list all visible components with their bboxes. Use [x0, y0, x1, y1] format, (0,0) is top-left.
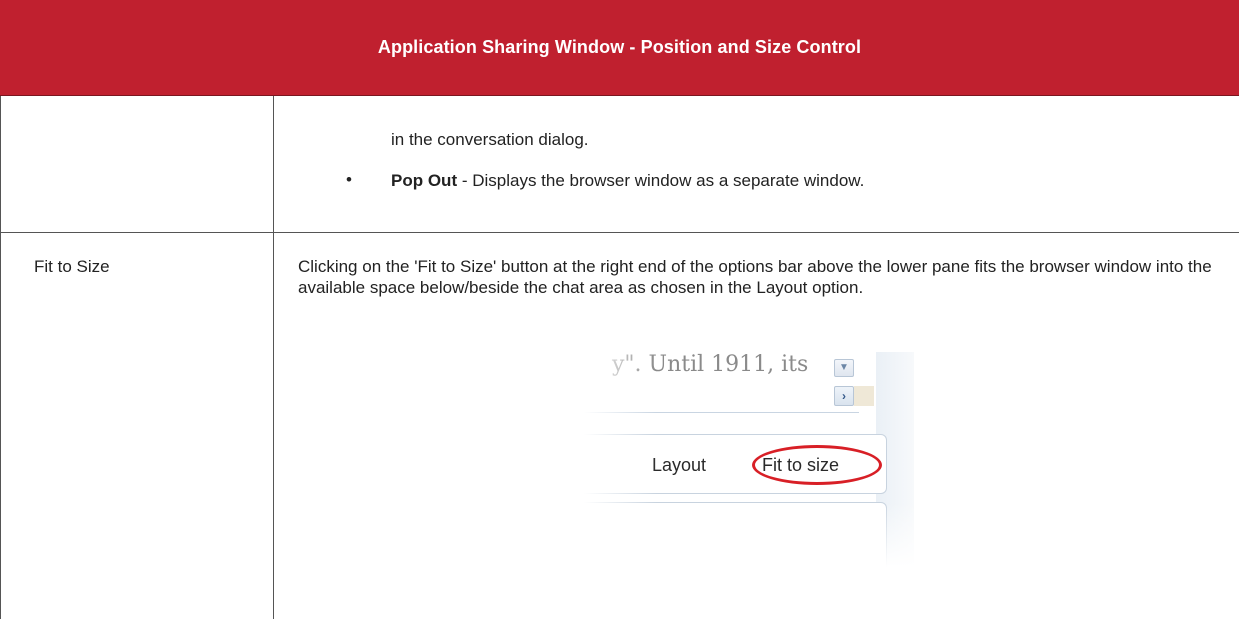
- document-table: Application Sharing Window - Position an…: [0, 0, 1239, 619]
- row-divider: [0, 232, 1239, 233]
- pop-out-item: Pop Out - Displays the browser window as…: [391, 170, 864, 192]
- table-title: Application Sharing Window - Position an…: [377, 37, 862, 57]
- table-header: Application Sharing Window - Position an…: [0, 0, 1239, 96]
- options-bar: Layout Fit to size: [584, 434, 887, 494]
- bullet-marker: •: [346, 170, 352, 189]
- table-left-border: [0, 96, 1, 619]
- chevron-right-icon[interactable]: ›: [834, 386, 854, 406]
- pop-out-term: Pop Out: [391, 171, 458, 190]
- layout-button[interactable]: Layout: [652, 455, 706, 476]
- chat-text-snippet: y". Until 1911, its: [612, 352, 809, 377]
- chat-text-area: y". Until 1911, its ▼ ›: [584, 352, 874, 413]
- lower-pane: [584, 502, 887, 567]
- highlight-ellipse: [752, 445, 882, 485]
- continuation-text: in the conversation dialog.: [391, 130, 589, 149]
- fit-to-size-label: Fit to Size: [34, 257, 110, 276]
- fit-to-size-description: Clicking on the 'Fit to Size' button at …: [298, 257, 1212, 297]
- pop-out-description: - Displays the browser window as a separ…: [457, 171, 865, 190]
- scrollbar-corner: [854, 386, 874, 406]
- fit-to-size-screenshot: y". Until 1911, its ▼ › Layout Fit to si…: [584, 352, 914, 567]
- chevron-down-icon[interactable]: ▼: [834, 359, 854, 377]
- column-divider: [273, 96, 274, 619]
